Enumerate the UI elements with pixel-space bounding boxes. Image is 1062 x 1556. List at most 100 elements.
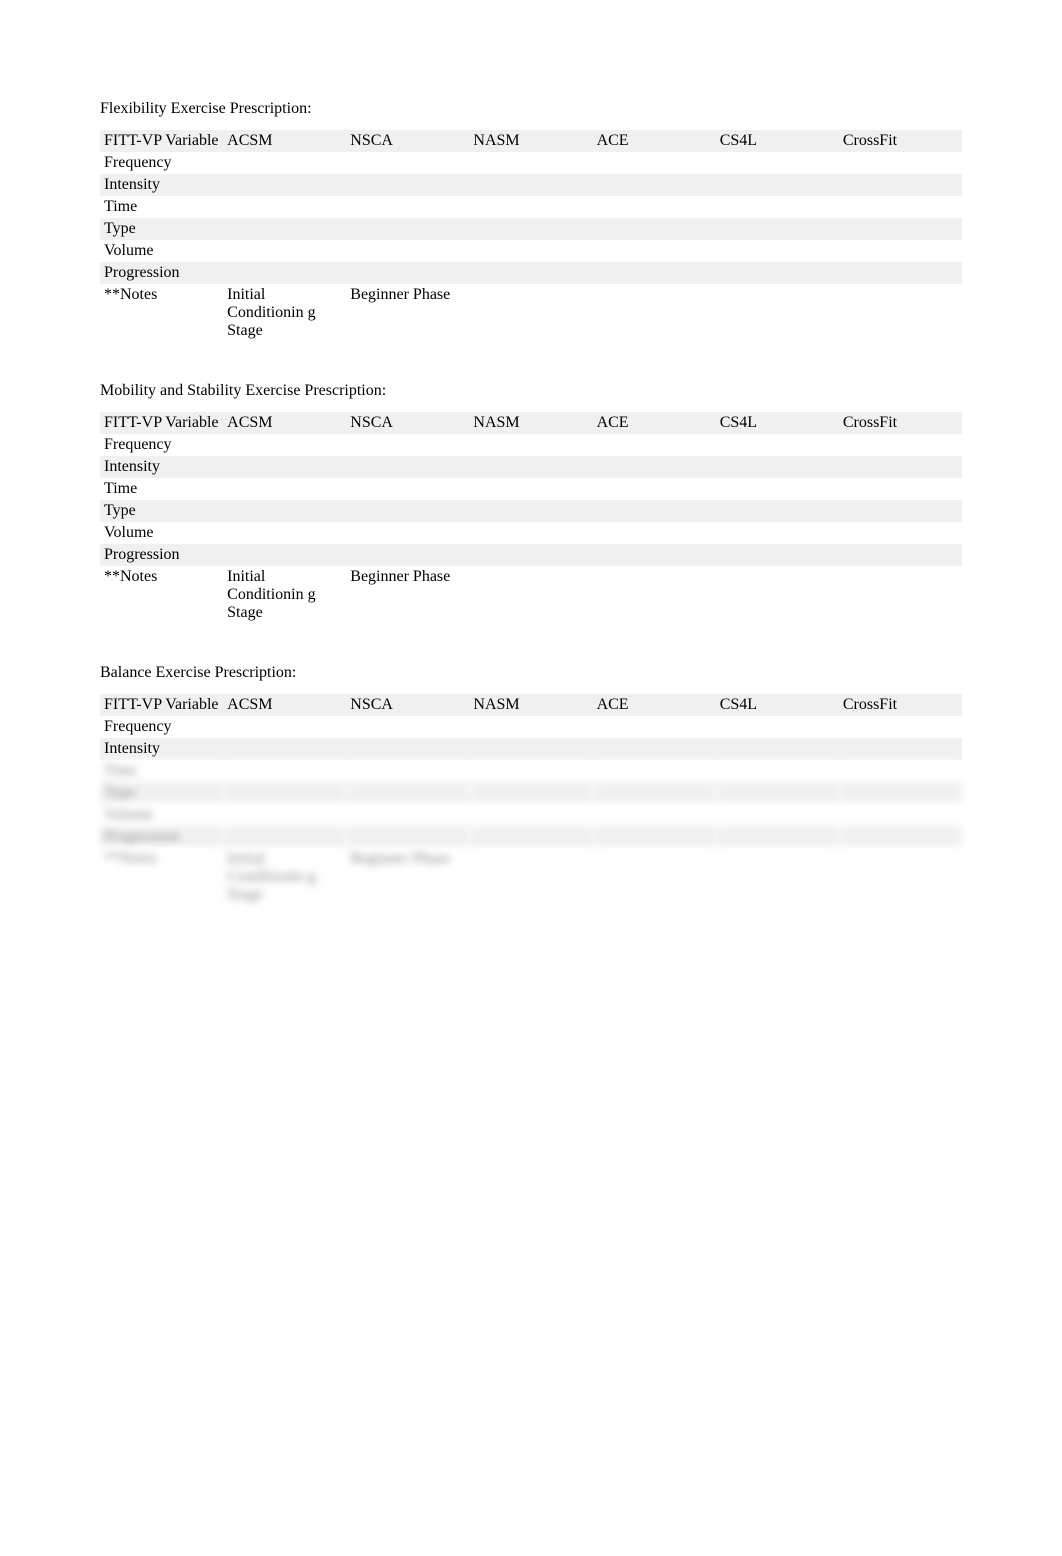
table-cell (839, 566, 962, 624)
table-cell (346, 174, 469, 196)
table-cell (716, 782, 839, 804)
table-cell (593, 284, 716, 342)
table-cell (839, 522, 962, 544)
table-cell (839, 716, 962, 738)
table-header-cell: NASM (469, 412, 592, 434)
table-row: Intensity (100, 738, 962, 760)
table-cell (346, 826, 469, 848)
table-header-cell: ACSM (223, 130, 346, 152)
table-cell (223, 760, 346, 782)
table-row: Type (100, 500, 962, 522)
table-row: Type (100, 218, 962, 240)
table-row: Volume (100, 522, 962, 544)
table-cell (469, 152, 592, 174)
table-cell (716, 478, 839, 500)
table-cell (716, 738, 839, 760)
table-cell (839, 500, 962, 522)
table-row: Time (100, 760, 962, 782)
table-cell: Initial Conditionin g Stage (223, 284, 346, 342)
table-cell (469, 738, 592, 760)
table-row: **NotesInitial Conditionin g StageBeginn… (100, 566, 962, 624)
table-cell (469, 804, 592, 826)
row-label: Frequency (100, 434, 223, 456)
table-cell (839, 456, 962, 478)
table-header-cell: ACSM (223, 412, 346, 434)
table-cell (593, 826, 716, 848)
table-cell (593, 478, 716, 500)
table-cell (593, 434, 716, 456)
table-cell (469, 478, 592, 500)
row-label: Intensity (100, 174, 223, 196)
table-header-cell: CS4L (716, 412, 839, 434)
row-label: Frequency (100, 716, 223, 738)
table-cell (716, 522, 839, 544)
row-label: Volume (100, 240, 223, 262)
table-header-cell: NSCA (346, 412, 469, 434)
table-row: Time (100, 196, 962, 218)
table-cell (716, 848, 839, 906)
table-header-cell: NSCA (346, 694, 469, 716)
section-2: Balance Exercise Prescription: FITT-VP Va… (100, 664, 962, 906)
table-row: Progression (100, 826, 962, 848)
table-cell (716, 826, 839, 848)
row-label: Type (100, 500, 223, 522)
table-row: **NotesInitial Conditionin g StageBeginn… (100, 848, 962, 906)
table-row: Frequency (100, 716, 962, 738)
table-cell (223, 152, 346, 174)
table-cell (223, 478, 346, 500)
table-cell (346, 738, 469, 760)
table-cell (716, 804, 839, 826)
table-cell (346, 456, 469, 478)
table-cell (593, 522, 716, 544)
table-cell (839, 262, 962, 284)
table-cell: Beginner Phase (346, 284, 469, 342)
table-cell (223, 240, 346, 262)
table-cell (223, 522, 346, 544)
table-cell (593, 174, 716, 196)
table-cell (469, 826, 592, 848)
table-cell (469, 196, 592, 218)
table-header-cell: FITT-VP Variable (100, 130, 223, 152)
table-cell (346, 760, 469, 782)
table-cell (716, 218, 839, 240)
row-label: Time (100, 478, 223, 500)
table-cell (593, 566, 716, 624)
table-header-cell: ACE (593, 412, 716, 434)
table-row: Time (100, 478, 962, 500)
table-cell (593, 716, 716, 738)
table-cell (223, 738, 346, 760)
table-cell (469, 500, 592, 522)
table-cell (839, 782, 962, 804)
table-cell (223, 434, 346, 456)
table-cell (839, 152, 962, 174)
table-cell (716, 196, 839, 218)
row-label: Intensity (100, 456, 223, 478)
table-cell: Beginner Phase (346, 566, 469, 624)
table-cell (716, 456, 839, 478)
table-cell (469, 848, 592, 906)
row-label: Progression (100, 262, 223, 284)
table-row: Intensity (100, 456, 962, 478)
table-cell (346, 240, 469, 262)
table-cell (716, 566, 839, 624)
table-row: Volume (100, 804, 962, 826)
table-cell (839, 284, 962, 342)
row-label: Type (100, 218, 223, 240)
table-cell (469, 782, 592, 804)
table-cell (469, 760, 592, 782)
row-label: Volume (100, 804, 223, 826)
table-row: Progression (100, 544, 962, 566)
table-cell (716, 500, 839, 522)
table-cell (593, 456, 716, 478)
table-header-cell: ACE (593, 130, 716, 152)
table-cell (593, 218, 716, 240)
table-cell (593, 262, 716, 284)
section-title: Balance Exercise Prescription: (100, 664, 962, 682)
table-header-cell: CrossFit (839, 694, 962, 716)
table-header-cell: FITT-VP Variable (100, 694, 223, 716)
row-label: Time (100, 196, 223, 218)
table-cell (223, 544, 346, 566)
section-title: Flexibility Exercise Prescription: (100, 100, 962, 118)
table-cell (716, 284, 839, 342)
table-row: Frequency (100, 152, 962, 174)
